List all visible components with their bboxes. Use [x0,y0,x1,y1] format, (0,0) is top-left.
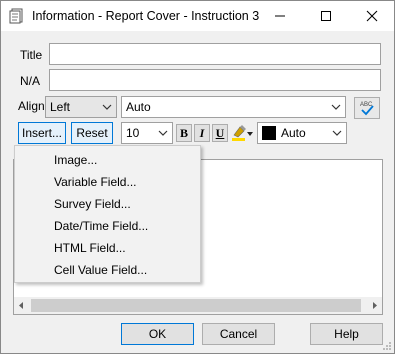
maximize-icon [321,11,331,21]
dialog-window: Information - Report Cover - Instruction… [0,0,395,354]
scroll-right-icon[interactable] [370,301,379,310]
help-button-label: Help [334,327,359,341]
title-bar: Information - Report Cover - Instruction… [1,1,394,31]
menu-item-survey-field[interactable]: Survey Field... [54,197,131,211]
minimize-icon [275,15,285,17]
scrollbar-thumb[interactable] [31,299,361,312]
cancel-button[interactable]: Cancel [202,323,275,345]
chevron-down-icon [102,104,112,110]
align-select-value: Left [50,100,71,114]
resize-grip-icon[interactable] [382,341,392,351]
ok-button[interactable]: OK [121,323,194,345]
insert-button[interactable]: Insert... [18,122,66,144]
font-size-select[interactable]: 10 [121,122,173,144]
text-color-select[interactable]: Auto [257,122,347,144]
spellcheck-icon: ABC [360,102,374,116]
na-field[interactable] [49,69,381,91]
maximize-button[interactable] [304,1,348,31]
menu-item-cell-value-field[interactable]: Cell Value Field... [54,263,147,277]
highlight-color-button[interactable] [230,123,254,143]
close-button[interactable] [350,1,394,31]
reset-button-label: Reset [76,126,108,140]
font-select-value: Auto [126,100,151,114]
font-select[interactable]: Auto [121,96,346,118]
menu-item-variable-field[interactable]: Variable Field... [54,175,136,189]
title-field[interactable] [49,43,381,65]
underline-label: U [215,125,225,140]
chevron-down-icon [331,104,341,110]
bold-label: B [179,125,188,140]
title-label: Title [20,48,43,62]
text-color-value: Auto [281,126,306,140]
italic-label: I [199,125,205,140]
ok-button-label: OK [148,327,167,341]
color-swatch [262,126,276,140]
minimize-button[interactable] [258,1,302,31]
underline-button[interactable]: U [212,124,228,142]
insert-button-label: Insert... [21,126,62,140]
scroll-left-icon[interactable] [17,301,26,310]
document-icon [9,8,25,24]
align-label: Align [18,99,45,113]
close-icon [366,10,378,22]
help-button[interactable]: Help [310,323,383,345]
window-title: Information - Report Cover - Instruction… [32,9,260,23]
menu-item-html-field[interactable]: HTML Field... [54,241,126,255]
align-select[interactable]: Left [45,96,117,118]
reset-button[interactable]: Reset [71,122,113,144]
menu-item-datetime-field[interactable]: Date/Time Field... [54,219,148,233]
font-size-value: 10 [126,126,140,140]
highlighter-icon [232,125,253,141]
italic-button[interactable]: I [194,124,210,142]
na-label: N/A [20,74,41,88]
cancel-button-label: Cancel [219,327,258,341]
insert-menu: Image... Variable Field... Survey Field.… [14,145,201,283]
spellcheck-button[interactable]: ABC [354,97,380,119]
bold-button[interactable]: B [176,124,192,142]
menu-item-image[interactable]: Image... [54,153,97,167]
horizontal-scrollbar[interactable] [14,297,382,314]
chevron-down-icon [158,130,168,136]
chevron-down-icon [332,130,342,136]
